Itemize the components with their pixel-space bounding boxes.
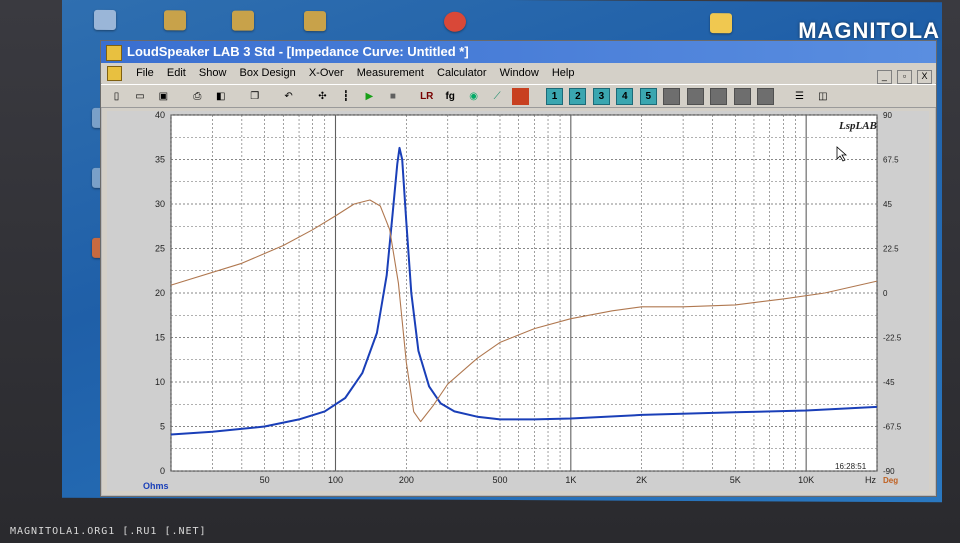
x-tick-label: 500 — [492, 475, 507, 485]
lcr-icon[interactable]: LR — [418, 88, 435, 105]
memory-button-1[interactable]: 1 — [545, 88, 563, 105]
desktop-icon-computer[interactable] — [94, 9, 116, 30]
desktop-icon-archive[interactable] — [232, 10, 254, 31]
play-icon[interactable]: ▶ — [361, 88, 378, 105]
document-icon[interactable] — [107, 65, 122, 81]
x-tick-label: 10K — [798, 475, 814, 485]
menu-measurement[interactable]: Measurement — [352, 63, 429, 83]
footer-url: MAGNITOLA1.ORG1 [.RU1 [.NET] — [10, 526, 207, 537]
y-axis-label: Ohms — [143, 481, 169, 491]
menu-box-design[interactable]: Box Design — [234, 63, 300, 83]
memory-slot-6[interactable] — [663, 88, 681, 105]
undo-icon[interactable]: ↶ — [280, 88, 297, 105]
x-tick-label: 50 — [260, 475, 270, 485]
app-icon[interactable] — [106, 45, 122, 61]
menu-calculator[interactable]: Calculator — [432, 63, 492, 83]
y-tick-label: 25 — [155, 244, 165, 254]
memory-slot-8[interactable] — [710, 88, 728, 105]
y-tick-label: 15 — [155, 333, 165, 343]
copy-icon[interactable]: ❐ — [246, 88, 263, 105]
new-file-icon[interactable]: ▯ — [108, 88, 125, 105]
restore-button[interactable]: ▫ — [896, 70, 912, 84]
x-tick-label: 200 — [399, 475, 414, 485]
desktop-icon-archive-2[interactable] — [304, 10, 326, 32]
memory-slot-9[interactable] — [733, 88, 751, 105]
x-axis-label: Hz — [865, 475, 876, 485]
window-title: LoudSpeaker LAB 3 Std - [Impedance Curve… — [127, 44, 469, 59]
menu-window[interactable]: Window — [495, 63, 544, 83]
title-bar[interactable]: LoudSpeaker LAB 3 Std - [Impedance Curve… — [101, 41, 936, 63]
impedance-chart-panel: 50 100 200 500 1K 2K 5K 10K 0 5 10 15 20 25 30 35 40 -90 -… — [107, 111, 929, 491]
y-tick-label: 30 — [155, 199, 165, 209]
memory-slot-10[interactable] — [757, 88, 775, 105]
folder-icon[interactable] — [710, 13, 732, 34]
y2-tick-label: 67.5 — [883, 156, 899, 165]
save-icon[interactable]: ▣ — [155, 88, 172, 105]
split-horizontal-icon[interactable]: ☰ — [791, 88, 808, 105]
memory-button-3[interactable]: 3 — [592, 88, 610, 105]
y-tick-label: 5 — [160, 422, 165, 432]
menu-help[interactable]: Help — [547, 63, 580, 83]
x-tick-label: 1K — [565, 475, 576, 485]
y2-tick-label: 45 — [883, 200, 892, 209]
menu-file[interactable]: File — [131, 63, 159, 83]
generator-icon[interactable]: ◉ — [465, 88, 482, 105]
y2-tick-label: -22.5 — [883, 334, 902, 343]
y-tick-label: 20 — [155, 288, 165, 298]
y2-tick-label: -45 — [883, 378, 895, 387]
spectrum-icon[interactable] — [512, 88, 530, 105]
x-tick-label: 5K — [730, 475, 741, 485]
chrome-icon[interactable] — [444, 11, 466, 32]
y2-tick-label: 0 — [883, 289, 888, 298]
mdi-controls: _ ▫ X — [875, 66, 932, 86]
print-preview-icon[interactable]: ◧ — [212, 88, 229, 105]
y2-axis-label: Deg — [883, 476, 898, 485]
split-vertical-icon[interactable]: ◫ — [814, 88, 831, 105]
equalizer-icon[interactable]: ┇ — [337, 88, 354, 105]
y2-tick-label: -67.5 — [883, 423, 902, 432]
memory-button-2[interactable]: 2 — [569, 88, 587, 105]
desktop-icon-app[interactable] — [164, 10, 186, 31]
x-tick-label: 100 — [328, 475, 343, 485]
x-tick-label: 2K — [636, 475, 647, 485]
menu-bar: File Edit Show Box Design X-Over Measure… — [101, 63, 936, 86]
minimize-button[interactable]: _ — [876, 70, 892, 84]
graph-icon[interactable]: ⟋ — [489, 88, 506, 105]
menu-edit[interactable]: Edit — [162, 63, 191, 83]
timestamp: 16:28:51 — [835, 462, 867, 471]
y-tick-label: 35 — [155, 155, 165, 165]
print-icon[interactable]: ⎙ — [189, 88, 206, 105]
open-folder-icon[interactable]: ▭ — [131, 88, 148, 105]
memory-slot-7[interactable] — [686, 88, 704, 105]
y-tick-label: 10 — [155, 377, 165, 387]
close-button[interactable]: X — [917, 70, 932, 84]
y2-tick-label: -90 — [883, 467, 895, 476]
memory-button-5[interactable]: 5 — [639, 88, 657, 105]
memory-button-4[interactable]: 4 — [616, 88, 634, 105]
stop-icon[interactable]: ■ — [384, 88, 401, 105]
y2-tick-label: 22.5 — [883, 245, 899, 254]
menu-show[interactable]: Show — [194, 63, 232, 83]
toolbar: ▯ ▭ ▣ ⎙ ◧ ❐ ↶ ✣ ┇ ▶ ■ LR fg ◉ ⟋ 1 2 3 4 … — [101, 84, 936, 108]
tools-icon[interactable]: ✣ — [314, 88, 331, 105]
lsplab-logo: LspLAB — [838, 120, 877, 132]
fg-button[interactable]: fg — [442, 88, 459, 105]
y-tick-label: 40 — [155, 111, 165, 120]
y-tick-label: 0 — [160, 466, 165, 476]
app-window: LoudSpeaker LAB 3 Std - [Impedance Curve… — [100, 40, 937, 497]
y2-tick-label: 90 — [883, 111, 892, 120]
impedance-chart[interactable]: 50 100 200 500 1K 2K 5K 10K 0 5 10 15 20 25 30 35 40 -90 -… — [107, 111, 929, 491]
menu-x-over[interactable]: X-Over — [304, 63, 349, 83]
